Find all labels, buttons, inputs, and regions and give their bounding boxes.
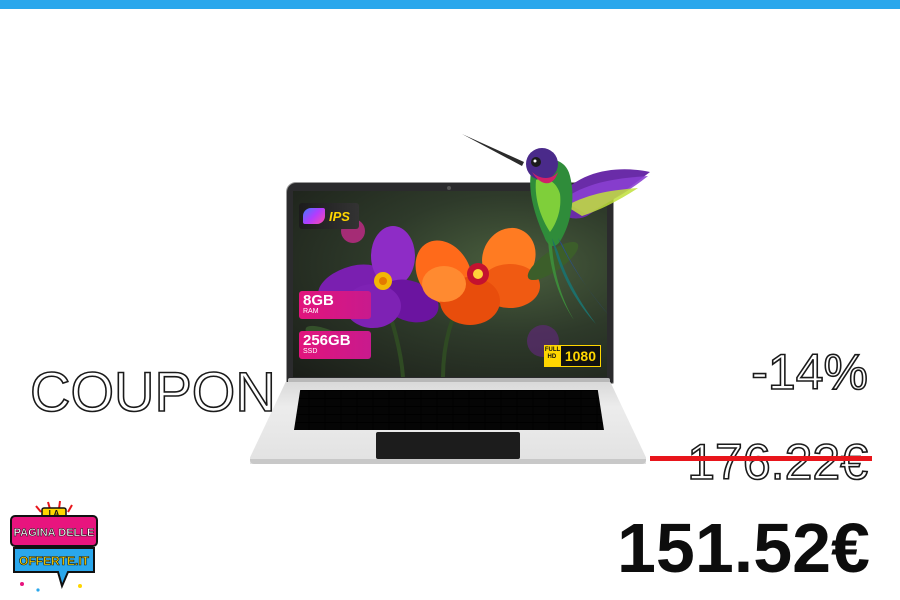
logo-line1: LA — [49, 509, 60, 518]
full-hd-badge: FULL HD 1080 — [543, 345, 601, 367]
ips-label: IPS — [329, 208, 350, 224]
ram-size: 8GB — [303, 292, 334, 309]
price-strikethrough — [650, 456, 872, 461]
ssd-badge: 256GB SSD — [299, 331, 371, 359]
resolution-label: 1080 — [559, 345, 601, 367]
new-price: 151.52€ — [616, 509, 870, 587]
webcam-icon — [447, 186, 451, 190]
ssd-label: SSD — [303, 348, 318, 355]
ips-badge: IPS — [299, 203, 359, 229]
ram-badge: 8GB RAM — [299, 291, 371, 319]
full-hd-label: FULL HD — [543, 345, 561, 367]
full-hd-line2: HD — [547, 354, 557, 360]
ips-logo-icon — [303, 208, 325, 224]
ssd-size: 256GB — [303, 332, 351, 349]
top-accent-bar — [0, 0, 900, 9]
ram-label: RAM — [303, 308, 319, 315]
logo-line2: PAGINA DELLE — [14, 527, 95, 539]
laptop-touchpad — [376, 432, 520, 459]
laptop-front-edge — [250, 459, 646, 464]
coupon-label: COUPON — [29, 359, 276, 424]
la-pagina-delle-offerte-logo: LA PAGINA DELLE OFFERTE.IT — [10, 500, 98, 592]
hummingbird-illustration — [462, 134, 650, 324]
discount-percentage: -14% — [750, 343, 868, 401]
laptop-keyboard — [294, 390, 604, 430]
full-hd-line1: FULL — [544, 347, 561, 353]
old-price: 176.22€ — [686, 433, 868, 491]
logo-line3: OFFERTE.IT — [19, 554, 90, 568]
promo-card: IPS 8GB RAM 256GB SSD FULL HD 1080 COUPO… — [0, 0, 900, 600]
